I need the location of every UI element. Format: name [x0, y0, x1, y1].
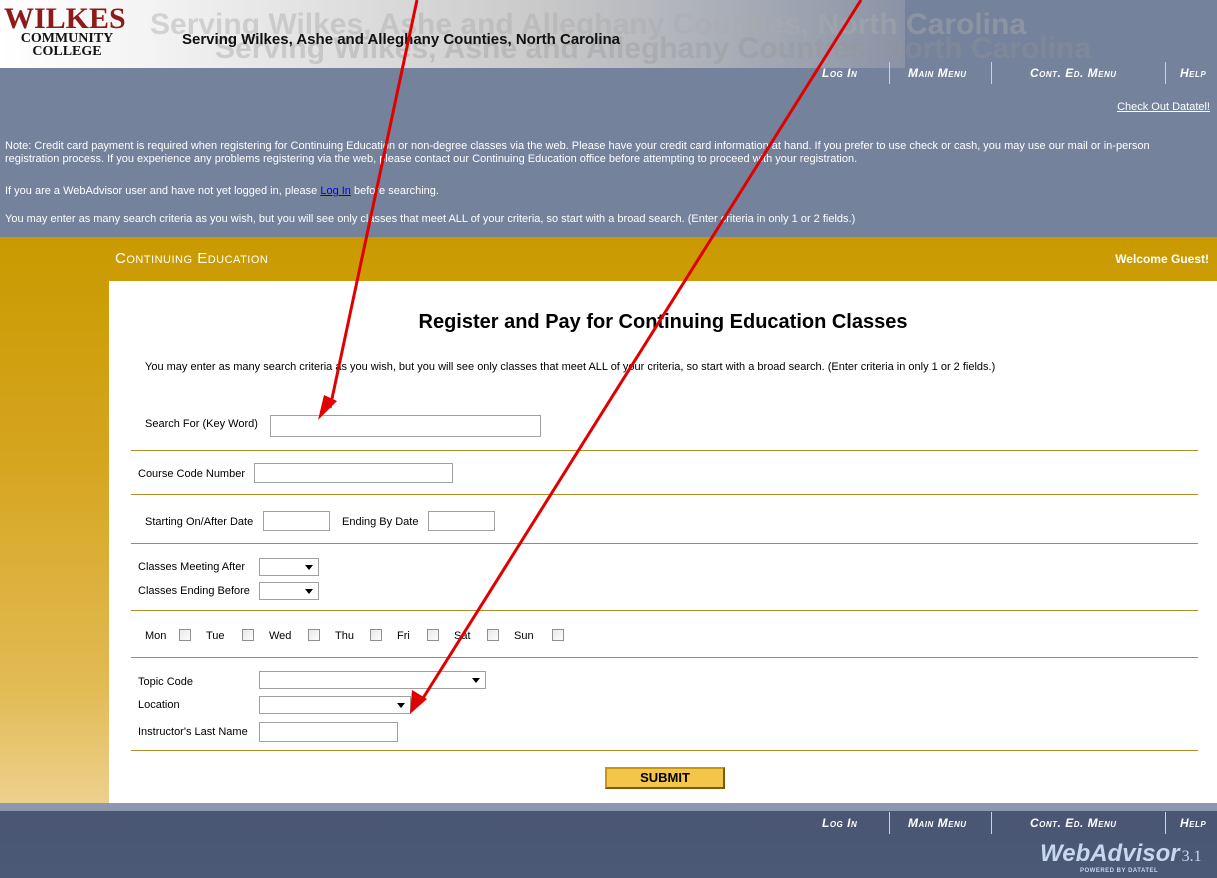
- logo-wilkes: WILKES: [4, 2, 126, 35]
- nav-help[interactable]: Help: [1180, 66, 1206, 80]
- day-checkbox-thu[interactable]: [370, 629, 382, 641]
- day-checkbox-tue[interactable]: [242, 629, 254, 641]
- section-title: Continuing Education: [115, 250, 269, 267]
- criteria-note: You may enter as many search criteria as…: [5, 213, 856, 225]
- nav-login[interactable]: Log In: [822, 66, 857, 80]
- banner-tagline: Serving Wilkes, Ashe and Alleghany Count…: [182, 31, 621, 48]
- day-label-tue: Tue: [206, 630, 225, 642]
- nav-separator: [991, 812, 992, 834]
- nav-help[interactable]: Help: [1180, 816, 1206, 830]
- location-label: Location: [138, 699, 180, 711]
- nav-separator: [889, 62, 890, 84]
- chevron-down-icon: [397, 703, 405, 708]
- chevron-down-icon: [472, 678, 480, 683]
- instructor-label: Instructor's Last Name: [138, 726, 248, 738]
- nav-main-menu[interactable]: Main Menu: [908, 66, 967, 80]
- day-checkbox-sat[interactable]: [487, 629, 499, 641]
- keyword-label: Search For (Key Word): [145, 418, 258, 430]
- row-divider: [131, 450, 1198, 451]
- location-select[interactable]: [259, 696, 411, 714]
- day-label-mon: Mon: [145, 630, 167, 642]
- day-label-thu: Thu: [335, 630, 354, 642]
- start-date-label: Starting On/After Date: [145, 516, 254, 528]
- row-divider: [131, 750, 1198, 751]
- meeting-after-select[interactable]: [259, 558, 319, 576]
- ending-before-label: Classes Ending Before: [138, 585, 250, 597]
- powered-by-datatel: POWERED BY DATATEL: [1080, 868, 1159, 874]
- login-note: If you are a WebAdvisor user and have no…: [5, 185, 1205, 198]
- page-title: Register and Pay for Continuing Educatio…: [418, 311, 908, 333]
- day-checkbox-fri[interactable]: [427, 629, 439, 641]
- day-label-sat: Sat: [454, 630, 471, 642]
- ending-before-select[interactable]: [259, 582, 319, 600]
- nav-separator: [1165, 812, 1166, 834]
- payment-note: Note: Credit card payment is required wh…: [5, 140, 1150, 165]
- nav-cont-ed-menu[interactable]: Cont. Ed. Menu: [1030, 66, 1117, 80]
- row-divider: [131, 657, 1198, 658]
- day-label-sun: Sun: [514, 630, 534, 642]
- college-logo[interactable]: WILKES COMMUNITY COLLEGE: [4, 4, 134, 60]
- meeting-after-label: Classes Meeting After: [138, 561, 245, 573]
- webadvisor-logo: WebAdvisor 3.1 POWERED BY DATATEL: [1040, 840, 1202, 874]
- form-instructions: You may enter as many search criteria as…: [145, 361, 996, 373]
- footer: [0, 803, 1217, 878]
- nav-separator: [1165, 62, 1166, 84]
- course-code-label: Course Code Number: [138, 468, 245, 480]
- nav-separator: [889, 812, 890, 834]
- top-nav: Log In Main Menu Cont. Ed. Menu Help: [0, 62, 1217, 84]
- login-link[interactable]: Log In: [320, 185, 351, 197]
- nav-separator: [991, 62, 992, 84]
- nav-cont-ed-menu[interactable]: Cont. Ed. Menu: [1030, 816, 1117, 830]
- submit-button[interactable]: SUBMIT: [605, 767, 725, 789]
- end-date-label: Ending By Date: [342, 516, 419, 528]
- chevron-down-icon: [305, 589, 313, 594]
- day-checkbox-mon[interactable]: [179, 629, 191, 641]
- banner: WILKES COMMUNITY COLLEGE Serving Wilkes,…: [0, 0, 1091, 68]
- login-note-post: before searching.: [350, 185, 439, 197]
- topic-code-select[interactable]: [259, 671, 486, 689]
- topic-code-label: Topic Code: [138, 676, 194, 688]
- logo-community-college: COMMUNITY COLLEGE: [12, 32, 122, 59]
- nav-login[interactable]: Log In: [822, 816, 857, 830]
- day-checkbox-sun[interactable]: [552, 629, 564, 641]
- login-note-pre: If you are a WebAdvisor user and have no…: [5, 185, 321, 197]
- start-date-input[interactable]: [263, 511, 330, 531]
- logo-line3: COLLEGE: [32, 44, 102, 59]
- instructor-input[interactable]: [259, 722, 398, 742]
- keyword-input[interactable]: [270, 415, 541, 437]
- day-label-wed: Wed: [269, 630, 292, 642]
- bottom-nav: Log In Main Menu Cont. Ed. Menu Help: [0, 812, 1217, 834]
- chevron-down-icon: [305, 565, 313, 570]
- end-date-input[interactable]: [428, 511, 495, 531]
- day-label-fri: Fri: [397, 630, 410, 642]
- welcome-message: Welcome Guest!: [1115, 252, 1209, 266]
- check-out-datatel-link[interactable]: Check Out Datatel!: [1117, 101, 1210, 113]
- footer-divider: [0, 803, 1217, 811]
- day-checkbox-wed[interactable]: [308, 629, 320, 641]
- nav-main-menu[interactable]: Main Menu: [908, 816, 967, 830]
- search-form-panel: Register and Pay for Continuing Educatio…: [109, 281, 1217, 803]
- row-divider: [131, 494, 1198, 495]
- row-divider: [131, 543, 1198, 544]
- webadvisor-version: 3.1: [1181, 848, 1202, 865]
- webadvisor-brand: WebAdvisor: [1040, 840, 1180, 867]
- course-code-input[interactable]: [254, 463, 453, 483]
- row-divider: [131, 610, 1198, 611]
